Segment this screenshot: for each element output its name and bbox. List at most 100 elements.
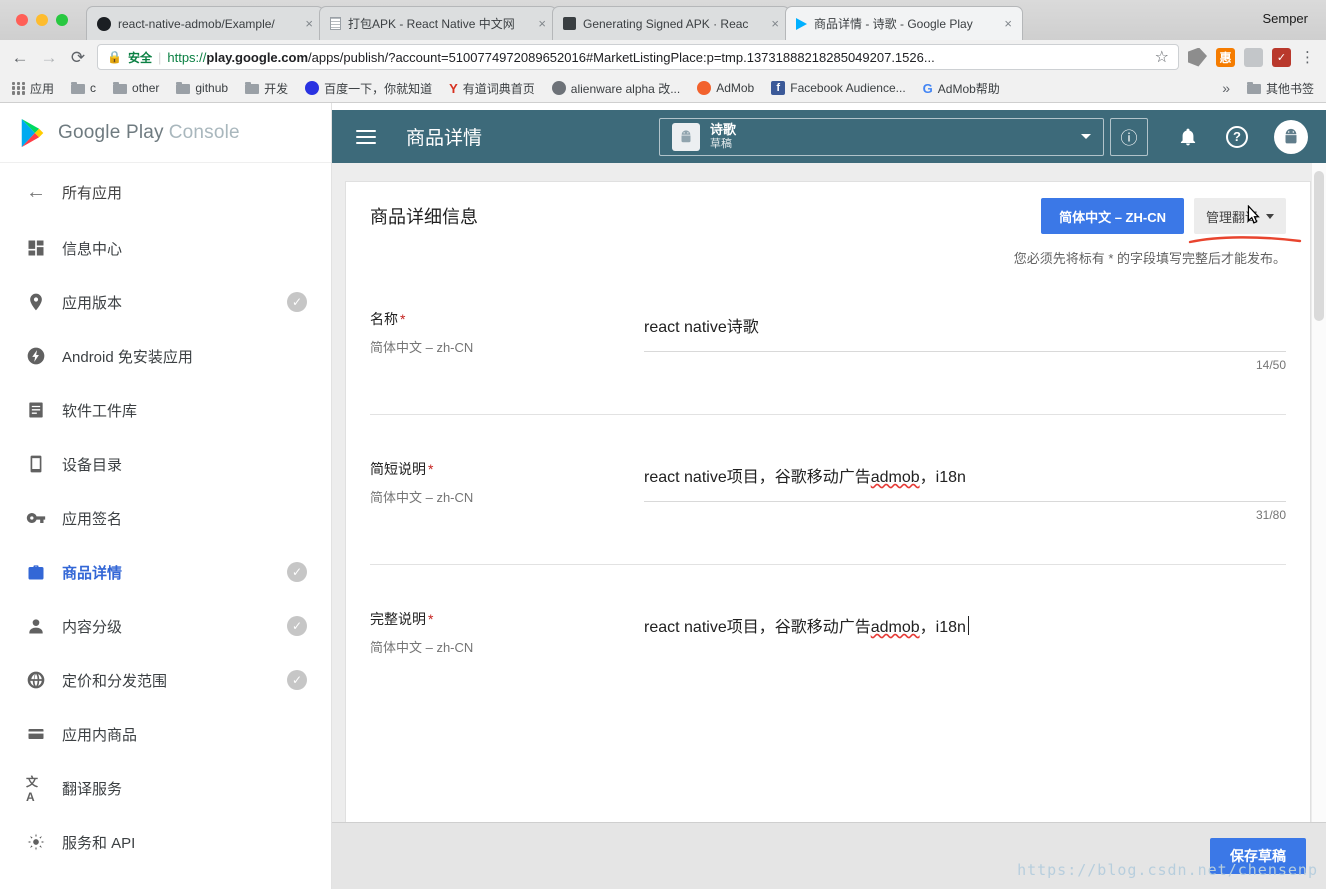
folder-icon bbox=[245, 82, 260, 94]
sidebar-item-instant-apps[interactable]: Android 免安装应用 bbox=[0, 329, 331, 383]
completed-check-icon: ✓ bbox=[287, 292, 307, 312]
bookmarks-overflow-icon[interactable]: » bbox=[1222, 80, 1230, 96]
console-header: 商品详情 诗歌 草稿 ⓘ ? bbox=[332, 110, 1326, 163]
close-tab-icon[interactable]: × bbox=[538, 16, 546, 31]
browser-menu-icon[interactable]: ⋮ bbox=[1300, 48, 1316, 66]
sidebar-item-pricing-distribution[interactable]: 定价和分发范围 ✓ bbox=[0, 653, 331, 707]
completed-check-icon: ✓ bbox=[287, 562, 307, 582]
tab-react-native-doc[interactable]: 打包APK - React Native 中文网 × bbox=[319, 6, 557, 40]
sidebar-back-all-apps[interactable]: ← 所有应用 bbox=[0, 163, 331, 221]
instant-app-bolt-icon bbox=[26, 346, 46, 366]
releases-pin-icon bbox=[26, 292, 46, 312]
browser-toolbar: ← → ⟳ 🔒 安全 | https://play.google.com/app… bbox=[0, 40, 1326, 74]
address-bar[interactable]: 🔒 安全 | https://play.google.com/apps/publ… bbox=[97, 44, 1179, 70]
tab-signed-apk[interactable]: Generating Signed APK · Reac × bbox=[552, 6, 790, 40]
card-title: 商品详细信息 bbox=[370, 207, 478, 227]
language-button[interactable]: 简体中文 – ZH-CN bbox=[1041, 198, 1184, 234]
field-label: 名称 bbox=[370, 311, 398, 327]
bookmark-label: other bbox=[132, 81, 160, 95]
scrollbar-thumb[interactable] bbox=[1314, 171, 1324, 321]
required-asterisk: * bbox=[428, 611, 434, 627]
hamburger-menu-icon[interactable] bbox=[356, 129, 376, 144]
folder-icon bbox=[71, 82, 86, 94]
bookmark-alienware[interactable]: alienware alpha 改... bbox=[551, 80, 681, 97]
manage-translations-button[interactable]: 管理翻译 bbox=[1193, 198, 1286, 234]
sidebar-item-app-signing[interactable]: 应用签名 bbox=[0, 491, 331, 545]
close-tab-icon[interactable]: × bbox=[771, 16, 779, 31]
minimize-window-button[interactable] bbox=[36, 14, 48, 26]
folder-icon bbox=[176, 82, 191, 94]
sidebar-item-store-listing[interactable]: 商品详情 ✓ bbox=[0, 545, 331, 599]
forward-button[interactable]: → bbox=[39, 49, 59, 66]
tab-title: Generating Signed APK · Reac bbox=[583, 16, 749, 31]
title-input[interactable]: react native诗歌 bbox=[644, 309, 1286, 352]
translate-icon: 文A bbox=[26, 774, 39, 804]
window-controls bbox=[16, 14, 68, 26]
sidebar-item-label: 商品详情 bbox=[62, 564, 123, 582]
tab-github[interactable]: react-native-admob/Example/ × bbox=[86, 6, 324, 40]
bookmark-label: github bbox=[195, 81, 229, 95]
sidebar-item-dashboard[interactable]: 信息中心 bbox=[0, 221, 331, 275]
completed-check-icon: ✓ bbox=[287, 616, 307, 636]
bookmark-baidu[interactable]: 百度一下，你就知道 bbox=[305, 80, 432, 97]
bookmark-star-icon[interactable]: ☆ bbox=[1155, 47, 1169, 67]
reload-button[interactable]: ⟳ bbox=[68, 49, 88, 66]
notifications-bell-icon[interactable] bbox=[1178, 127, 1198, 147]
tab-play-console-active[interactable]: 商品详情 - 诗歌 - Google Play × bbox=[785, 6, 1023, 40]
bookmark-label: alienware alpha 改... bbox=[570, 81, 681, 96]
page-scrollbar[interactable] bbox=[1311, 163, 1326, 822]
bookmark-admob[interactable]: AdMob bbox=[697, 81, 754, 95]
bookmark-folder-dev[interactable]: 开发 bbox=[245, 80, 288, 97]
red-annotation-underline bbox=[1188, 236, 1302, 244]
play-console-logo[interactable]: Google Play Console bbox=[0, 103, 331, 163]
sidebar-item-label: 应用内商品 bbox=[62, 726, 138, 744]
bookmark-folder-c[interactable]: c bbox=[71, 81, 96, 95]
short-description-input[interactable]: react native项目，谷歌移动广告admob，i18n bbox=[644, 459, 1286, 502]
bookmark-other-bookmarks[interactable]: 其他书签 bbox=[1246, 80, 1314, 97]
required-asterisk: * bbox=[400, 311, 406, 327]
close-tab-icon[interactable]: × bbox=[305, 16, 313, 31]
full-description-input[interactable]: react native项目，谷歌移动广告admob，i18n bbox=[644, 609, 1286, 651]
bookmark-facebook-audience[interactable]: f Facebook Audience... bbox=[771, 81, 906, 95]
url-text[interactable]: https://play.google.com/apps/publish/?ac… bbox=[167, 50, 1148, 65]
sidebar-item-device-catalog[interactable]: 设备目录 bbox=[0, 437, 331, 491]
zoom-window-button[interactable] bbox=[56, 14, 68, 26]
logo-text: Google Play Console bbox=[58, 121, 240, 143]
extension-huihui-icon[interactable]: 惠 bbox=[1216, 47, 1235, 67]
field-short-description: 简短说明 * 简体中文 – zh-CN react native项目，谷歌移动广告… bbox=[370, 459, 1286, 522]
document-favicon-icon bbox=[330, 17, 341, 30]
sidebar-item-app-releases[interactable]: 应用版本 ✓ bbox=[0, 275, 331, 329]
account-avatar[interactable] bbox=[1274, 119, 1308, 154]
bookmark-apps[interactable]: 应用 bbox=[12, 80, 54, 97]
sidebar-item-artifact-library[interactable]: 软件工件库 bbox=[0, 383, 331, 437]
bookmark-admob-help[interactable]: G AdMob帮助 bbox=[923, 80, 1000, 97]
tabs: react-native-admob/Example/ × 打包APK - Re… bbox=[86, 6, 1023, 40]
bookmark-folder-github[interactable]: github bbox=[176, 81, 228, 95]
close-tab-icon[interactable]: × bbox=[1004, 16, 1012, 31]
help-icon[interactable]: ? bbox=[1226, 125, 1248, 148]
extension-tool-icon[interactable] bbox=[1188, 47, 1207, 67]
bookmark-folder-other[interactable]: other bbox=[113, 81, 159, 95]
app-selector-dropdown[interactable]: 诗歌 草稿 bbox=[659, 117, 1104, 156]
bookmark-label: AdMob帮助 bbox=[937, 81, 1000, 96]
info-icon[interactable]: ⓘ bbox=[1110, 117, 1148, 156]
sidebar-item-services-api[interactable]: 服务和 API bbox=[0, 815, 331, 869]
close-window-button[interactable] bbox=[16, 14, 28, 26]
google-play-favicon-icon bbox=[796, 17, 807, 30]
char-counter: 31/80 bbox=[1255, 508, 1286, 522]
back-button[interactable]: ← bbox=[10, 49, 30, 66]
key-icon bbox=[26, 508, 46, 528]
sidebar-item-translation-service[interactable]: 文A 翻译服务 bbox=[0, 761, 331, 815]
menubar-user-label: Semper bbox=[1262, 11, 1308, 26]
sidebar-item-content-rating[interactable]: 内容分级 ✓ bbox=[0, 599, 331, 653]
sidebar-item-in-app-products[interactable]: 应用内商品 bbox=[0, 707, 331, 761]
folder-icon bbox=[1246, 82, 1261, 94]
sidebar-item-label: 翻译服务 bbox=[62, 780, 123, 798]
divider: | bbox=[157, 49, 162, 65]
bookmark-youdao[interactable]: Y 有道词典首页 bbox=[449, 80, 535, 97]
extension-disabled-icon[interactable] bbox=[1244, 47, 1263, 67]
apps-grid-icon bbox=[12, 81, 25, 95]
chevron-down-icon bbox=[1266, 213, 1274, 219]
save-draft-button[interactable]: 保存草稿 bbox=[1210, 838, 1306, 874]
extension-red-icon[interactable]: ✓ bbox=[1272, 47, 1291, 67]
